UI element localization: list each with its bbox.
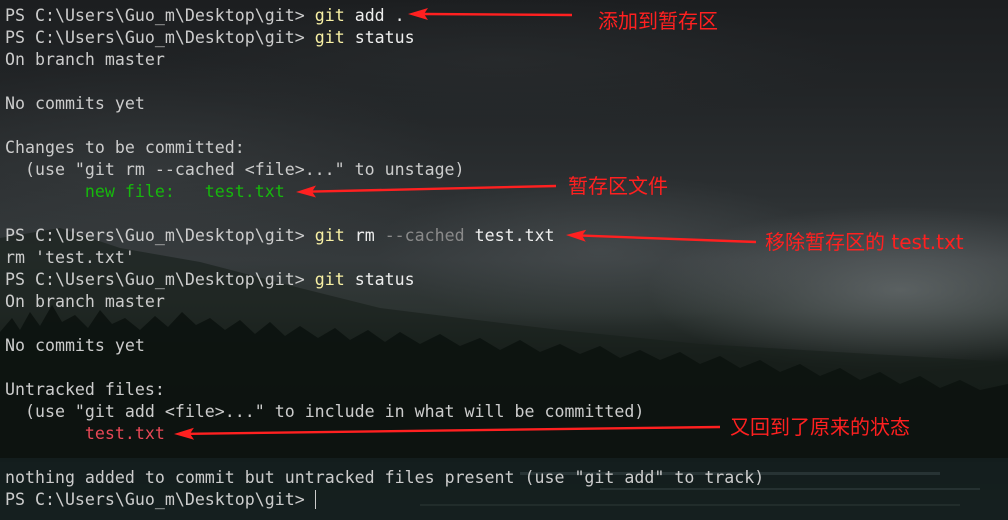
output-line: Untracked files:: [5, 379, 1008, 401]
output-line: (use "git rm --cached <file>..." to unst…: [5, 159, 1008, 181]
status-summary: nothing added to commit but untracked fi…: [5, 468, 765, 487]
command-target: test.txt: [474, 226, 555, 245]
annotation-label: 又回到了原来的状态: [730, 415, 910, 439]
terminal-window[interactable]: PS C:\Users\Guo_m\Desktop\git> git add .…: [0, 0, 1008, 520]
output-line: Changes to be committed:: [5, 137, 1008, 159]
output-line: On branch master: [5, 49, 1008, 71]
staged-file-entry: new file: test.txt: [84, 182, 285, 201]
output-line: No commits yet: [5, 93, 1008, 115]
output-line: nothing added to commit but untracked fi…: [5, 467, 1008, 489]
input-line[interactable]: PS C:\Users\Guo_m\Desktop\git>: [5, 489, 1008, 511]
annotation-label: 暂存区文件: [568, 174, 668, 198]
prompt: PS C:\Users\Guo_m\Desktop\git>: [5, 270, 305, 289]
annotation-label: 移除暂存区的 test.txt: [765, 230, 964, 254]
branch-status: On branch master: [5, 292, 165, 311]
hint-text: (use "git rm --cached <file>..." to unst…: [24, 160, 465, 179]
output-line: No commits yet: [5, 335, 1008, 357]
text-cursor[interactable]: [314, 490, 317, 509]
command-program: git: [314, 226, 345, 245]
terminal-screenshot: PS C:\Users\Guo_m\Desktop\git> git add .…: [0, 0, 1008, 520]
rm-output: rm 'test.txt': [5, 248, 135, 267]
prompt-line: PS C:\Users\Guo_m\Desktop\git> git add .: [5, 5, 1008, 27]
command-flag: --cached: [384, 226, 465, 245]
command-args: status: [354, 28, 415, 47]
prompt-line: PS C:\Users\Guo_m\Desktop\git> git statu…: [5, 269, 1008, 291]
prompt-line: PS C:\Users\Guo_m\Desktop\git> git statu…: [5, 27, 1008, 49]
command-program: git: [314, 6, 345, 25]
output-line: new file: test.txt: [5, 181, 1008, 203]
command-program: git: [314, 270, 345, 289]
prompt: PS C:\Users\Guo_m\Desktop\git>: [5, 6, 305, 25]
command-args: add .: [354, 6, 405, 25]
commit-status: No commits yet: [5, 336, 145, 355]
untracked-file-entry: test.txt: [84, 424, 165, 443]
prompt: PS C:\Users\Guo_m\Desktop\git>: [5, 226, 305, 245]
commit-status: No commits yet: [5, 94, 145, 113]
prompt: PS C:\Users\Guo_m\Desktop\git>: [5, 28, 305, 47]
command-args: status: [354, 270, 415, 289]
output-line: On branch master: [5, 291, 1008, 313]
prompt: PS C:\Users\Guo_m\Desktop\git>: [5, 490, 305, 509]
command-subcommand: rm: [354, 226, 375, 245]
annotation-label: 添加到暂存区: [598, 9, 718, 33]
branch-status: On branch master: [5, 50, 165, 69]
hint-text: (use "git add <file>..." to include in w…: [24, 402, 645, 421]
section-header: Untracked files:: [5, 380, 165, 399]
section-header: Changes to be committed:: [5, 138, 245, 157]
command-program: git: [314, 28, 345, 47]
